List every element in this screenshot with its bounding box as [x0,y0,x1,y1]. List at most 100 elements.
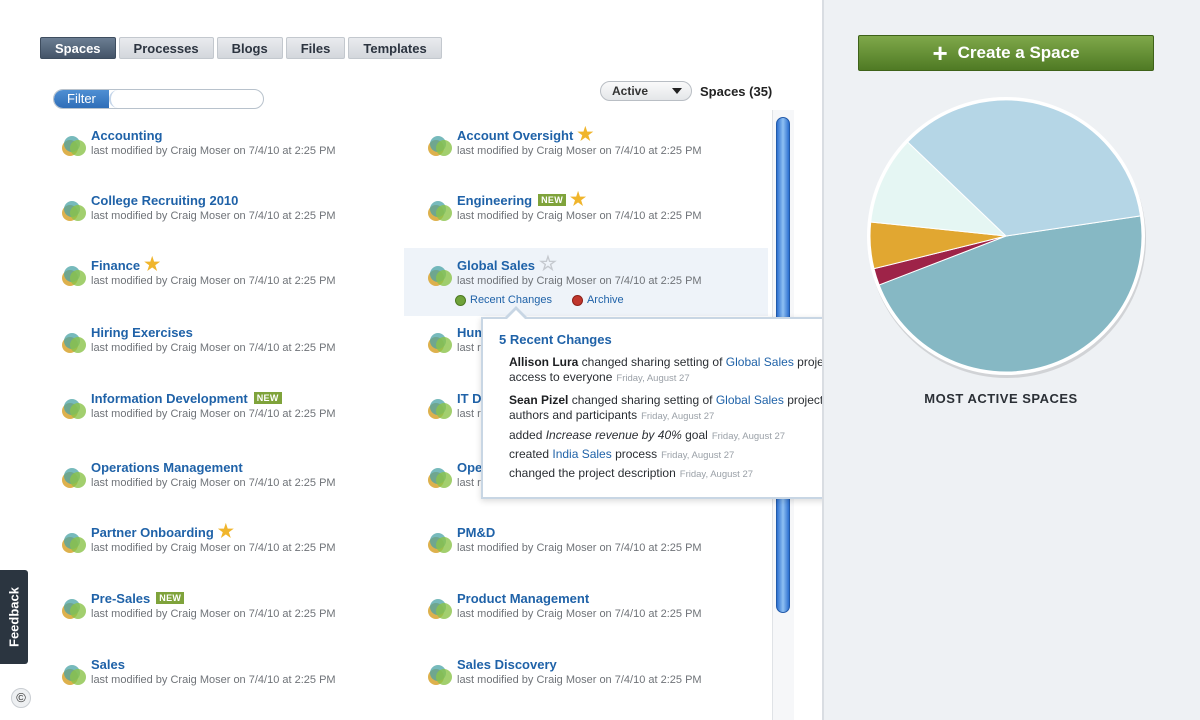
space-logo-icon [62,533,86,553]
change-user[interactable]: Allison Lura [509,355,578,369]
space-name: Hiring Exercises [91,325,193,340]
space-logo-icon [428,136,452,156]
space-name-link[interactable]: Hiring Exercises [91,325,193,340]
change-text: changed sharing setting of [568,393,716,407]
list-item[interactable]: Accounting last modified by Craig Moser o… [60,128,390,172]
list-item[interactable]: PM&D last modified by Craig Moser on 7/4/… [426,525,756,569]
status-dropdown-value: Active [612,84,649,98]
space-name-link[interactable]: Pre-Sales NEW [91,591,185,606]
space-name-link[interactable]: College Recruiting 2010 [91,193,238,208]
space-name: Global Sales [457,258,536,273]
list-item[interactable]: Sales last modified by Craig Moser on 7/4… [60,657,390,701]
list-item[interactable]: Hiring Exercises last modified by Craig M… [60,325,390,369]
archive-link[interactable]: Archive [571,294,624,306]
space-name-link[interactable]: Information Development NEW [91,391,282,406]
list-item[interactable]: Account Oversight ★ last modified by Craig… [426,125,756,172]
pie-chart [864,94,1148,378]
space-logo-icon [428,599,452,619]
change-date: Friday, August 27 [616,373,690,384]
space-meta: last r [457,342,481,354]
hover-actions: Recent Changes Archive [455,294,624,306]
space-name: IT D [457,391,482,406]
space-name-link[interactable]: PM&D [457,525,495,540]
archive-label: Archive [586,294,624,306]
status-dropdown[interactable]: Active [600,81,692,101]
space-name-link[interactable]: Account Oversight ★ [457,125,593,143]
space-name: Information Development [91,391,248,406]
tab-processes[interactable]: Processes [118,37,214,59]
space-meta: last modified by Craig Moser on 7/4/10 a… [457,145,702,157]
change-date: Friday, August 27 [641,411,715,422]
list-item[interactable]: Pre-Sales NEW last modified by Craig Moser… [60,591,390,635]
recent-changes-link[interactable]: Recent Changes [455,294,552,306]
change-link[interactable]: Global Sales [716,393,784,407]
space-logo-icon [428,266,452,286]
list-item[interactable]: College Recruiting 2010 last modified by … [60,193,390,237]
space-name-link[interactable]: IT D [457,391,482,406]
space-name: Finance [91,258,141,273]
archive-icon [571,294,583,306]
change-link[interactable]: Global Sales [726,355,794,369]
space-name-link[interactable]: Engineering NEW ★ [457,190,586,208]
star-icon[interactable]: ★ [570,190,586,208]
space-logo-icon [428,399,452,419]
tab-blogs[interactable]: Blogs [216,37,283,59]
space-name-link[interactable]: Operations Management [91,460,243,475]
copyright-icon[interactable]: © [11,688,31,708]
pie-caption: MOST ACTIVE SPACES [924,391,1078,406]
space-meta: last modified by Craig Moser on 7/4/10 a… [457,674,702,686]
filter-input[interactable] [109,90,263,108]
list-item[interactable]: Product Management last modified by Craig… [426,591,756,635]
change-text: created [509,447,553,461]
space-name-link[interactable]: Sales [91,657,125,672]
create-space-button[interactable]: + Create a Space [858,35,1154,71]
space-logo-icon [428,333,452,353]
list-item[interactable]: Partner Onboarding ★ last modified by Crai… [60,522,390,569]
star-icon[interactable]: ★ [218,522,234,540]
space-name-link[interactable]: Finance ★ [91,255,160,273]
space-name-link[interactable]: Accounting [91,128,163,143]
space-meta: last modified by Craig Moser on 7/4/10 a… [91,408,336,420]
space-logo-icon [428,533,452,553]
space-name-link[interactable]: Sales Discovery [457,657,557,672]
space-logo-icon [62,468,86,488]
space-meta: last modified by Craig Moser on 7/4/10 a… [91,275,336,287]
change-text: added [509,428,546,442]
tab-files[interactable]: Files [285,37,346,59]
tab-templates[interactable]: Templates [348,37,442,59]
list-item[interactable]: Operations Management last modified by Cr… [60,460,390,504]
space-meta: last modified by Craig Moser on 7/4/10 a… [91,342,336,354]
space-name-link[interactable]: Product Management [457,591,589,606]
star-outline-icon[interactable]: ☆ [539,254,557,274]
space-meta: last modified by Craig Moser on 7/4/10 a… [457,275,702,287]
space-name-link[interactable]: Partner Onboarding ★ [91,522,234,540]
space-logo-icon [62,599,86,619]
space-name: Sales Discovery [457,657,557,672]
space-logo-icon [62,266,86,286]
list-item[interactable]: Engineering NEW ★ last modified by Craig Mo… [426,190,756,237]
space-name: PM&D [457,525,496,540]
pie-chart-svg [867,97,1146,378]
space-name: Ope [457,460,483,475]
tab-bar: Spaces Processes Blogs Files Templates [40,37,442,59]
space-logo-icon [428,665,452,685]
change-date: Friday, August 27 [679,469,754,480]
filter-label: Filter [54,90,109,108]
star-icon[interactable]: ★ [144,255,160,273]
star-icon[interactable]: ★ [577,125,593,143]
list-item[interactable]: Finance ★ last modified by Craig Moser on … [60,255,390,302]
chevron-down-icon [672,88,682,94]
space-logo-icon [62,399,86,419]
feedback-tab[interactable]: Feedback [0,570,28,664]
space-name-link[interactable]: Global Sales ☆ [457,254,557,274]
space-meta: last modified by Craig Moser on 7/4/10 a… [91,674,336,686]
tab-spaces[interactable]: Spaces [40,37,116,59]
space-name-link[interactable]: Ope [457,460,482,475]
main-panel: Spaces Processes Blogs Files Templates F… [0,0,891,720]
change-link[interactable]: India Sales [552,447,611,461]
list-item[interactable]: Sales Discovery last modified by Craig Mo… [426,657,756,701]
list-item[interactable]: Information Development NEW last modified … [60,391,390,435]
space-logo-icon [428,468,452,488]
space-meta: last modified by Craig Moser on 7/4/10 a… [457,210,702,222]
change-user[interactable]: Sean Pizel [509,393,568,407]
